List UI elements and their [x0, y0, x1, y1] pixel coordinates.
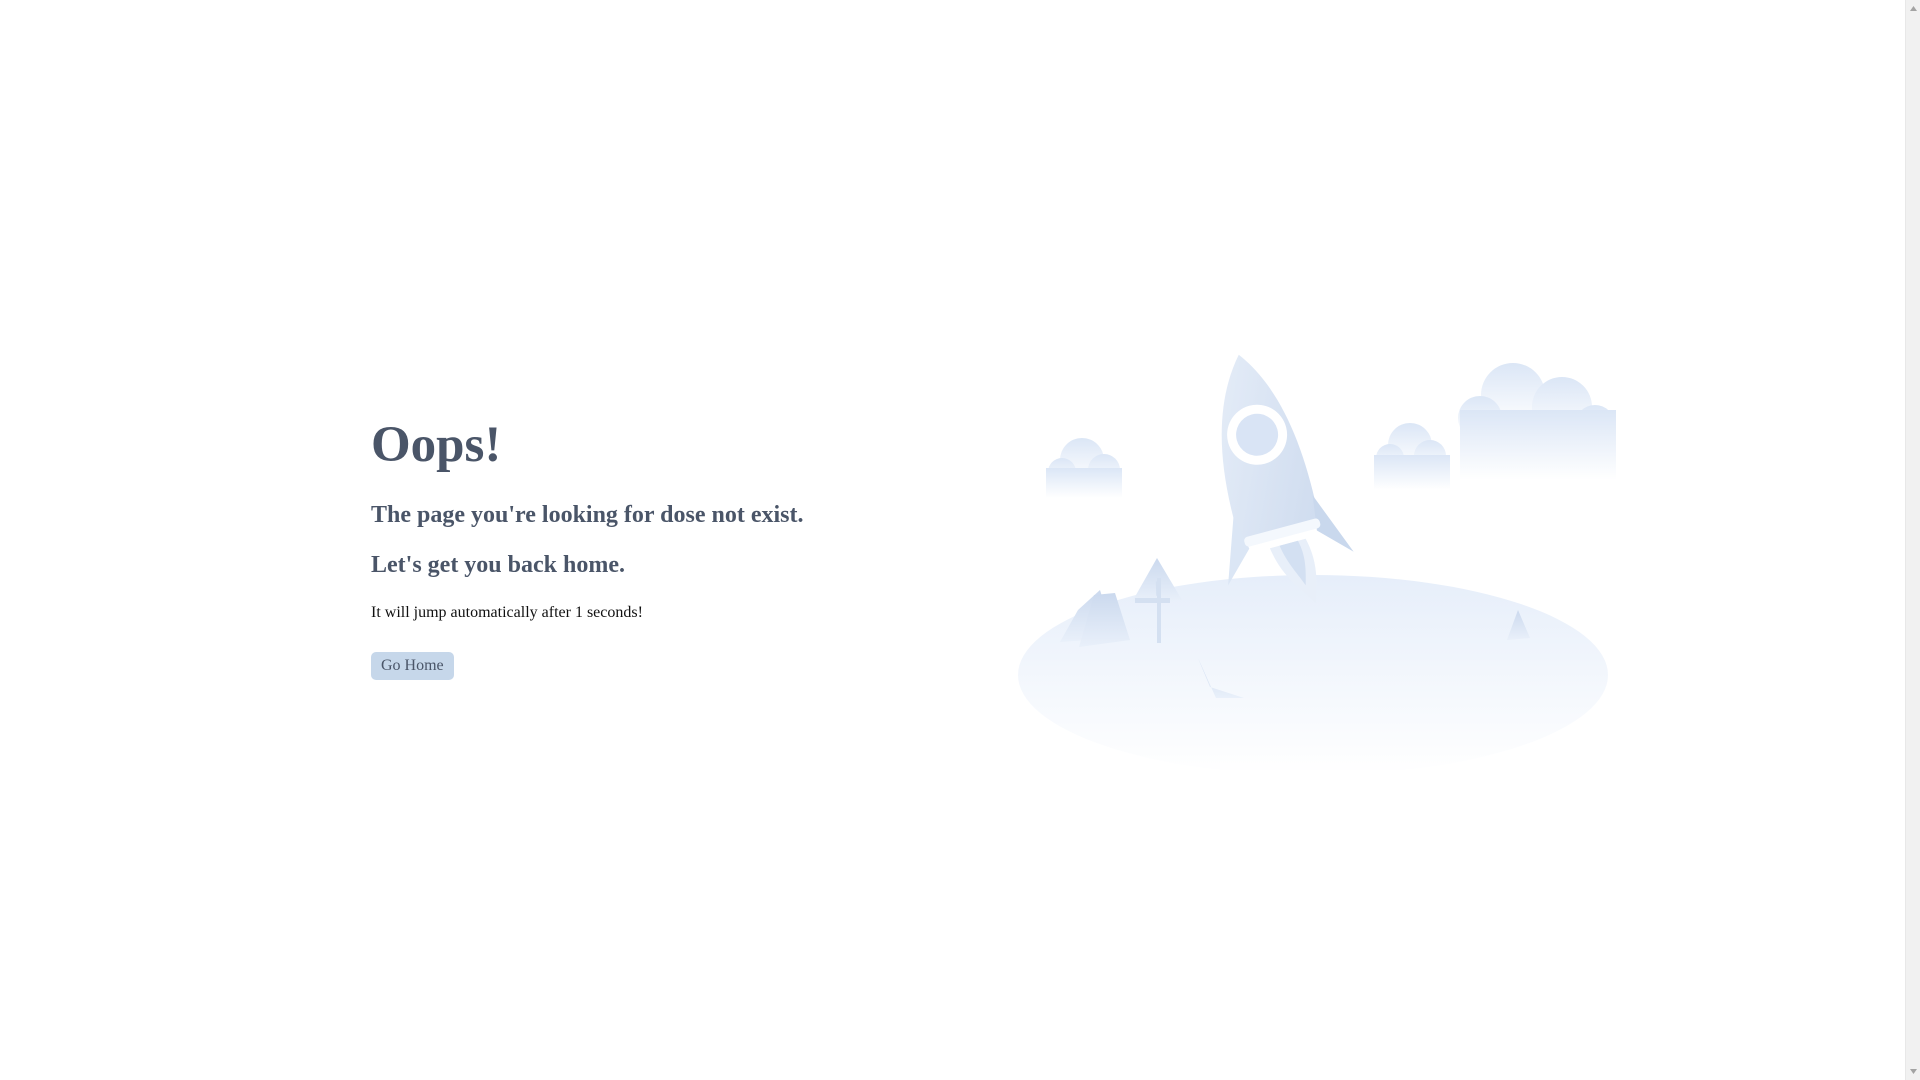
- error-title: Oops!: [371, 417, 502, 473]
- scroll-up-icon[interactable]: [1906, 0, 1920, 17]
- redirect-info: It will jump automatically after 1 secon…: [371, 604, 643, 621]
- scroll-down-icon[interactable]: [1906, 1063, 1920, 1080]
- error-subtitle: The page you're looking for dose not exi…: [371, 502, 804, 528]
- error-subtitle-home: Let's get you back home.: [371, 552, 625, 578]
- svg-text:!: !: [1153, 576, 1163, 609]
- rocket-illustration-icon: !: [1018, 354, 1616, 770]
- error-page: Oops! The page you're looking for dose n…: [0, 0, 1920, 1080]
- go-home-button[interactable]: Go Home: [371, 652, 454, 680]
- error-content: Oops! The page you're looking for dose n…: [371, 410, 931, 680]
- scrollbar[interactable]: [1905, 0, 1920, 1080]
